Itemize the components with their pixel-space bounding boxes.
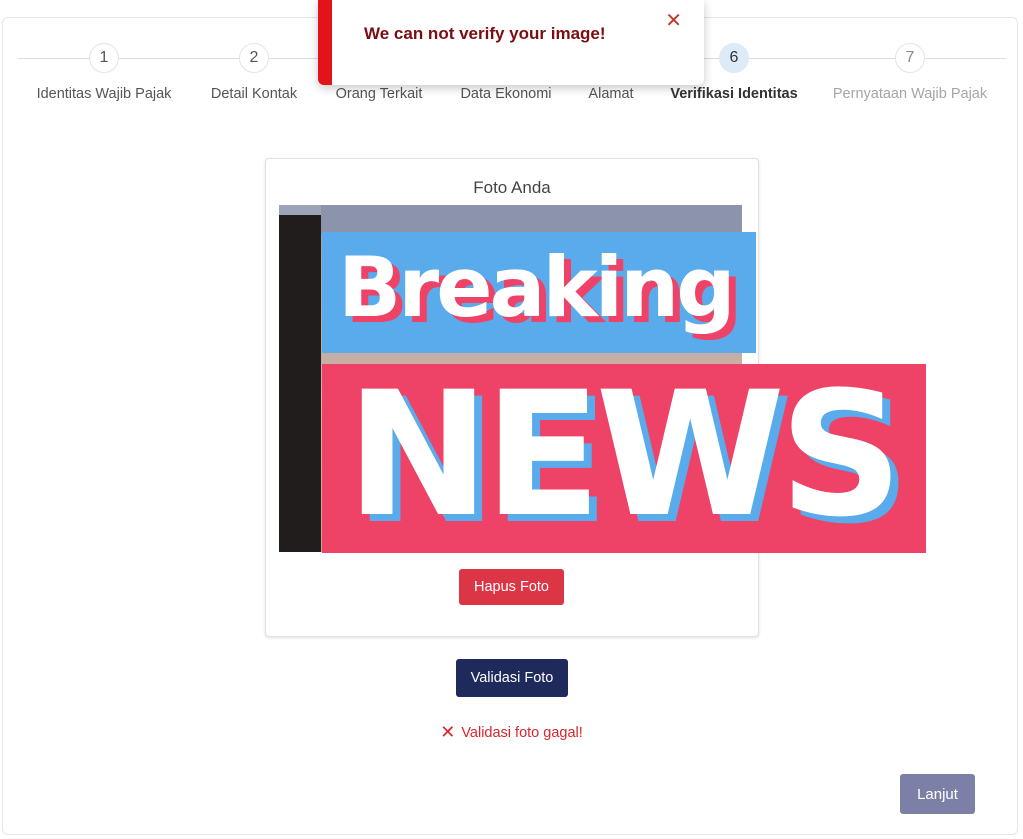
next-button[interactable]: Lanjut xyxy=(900,774,975,814)
validate-photo-button[interactable]: Validasi Foto xyxy=(456,659,568,697)
photo-title: Foto Anda xyxy=(473,178,551,197)
breaking-text: Breaking xyxy=(338,239,736,336)
photo-shade xyxy=(321,205,742,235)
news-banner: NEWS xyxy=(322,364,926,553)
step-number: 2 xyxy=(239,43,269,73)
step-label: Verifikasi Identitas xyxy=(670,86,798,102)
step-7[interactable]: 7 Pernyataan Wajib Pajak xyxy=(820,43,1000,102)
step-label: Pernyataan Wajib Pajak xyxy=(832,86,988,102)
news-text: NEWS xyxy=(346,364,903,553)
breaking-banner: Breaking xyxy=(322,232,756,353)
step-number: 7 xyxy=(895,43,925,73)
delete-photo-button[interactable]: Hapus Foto xyxy=(459,569,564,605)
step-number: 1 xyxy=(89,43,119,73)
step-number: 6 xyxy=(719,43,749,73)
validation-error-text: Validasi foto gagal! xyxy=(461,725,583,741)
toast-message: We can not verify your image! xyxy=(364,24,606,43)
x-icon: ✕ xyxy=(440,722,456,742)
error-toast: We can not verify your image! ✕ xyxy=(318,0,704,85)
close-icon[interactable]: ✕ xyxy=(665,8,682,33)
validation-error: ✕ Validasi foto gagal! xyxy=(0,722,1023,743)
photo-dark-edge xyxy=(279,215,321,552)
